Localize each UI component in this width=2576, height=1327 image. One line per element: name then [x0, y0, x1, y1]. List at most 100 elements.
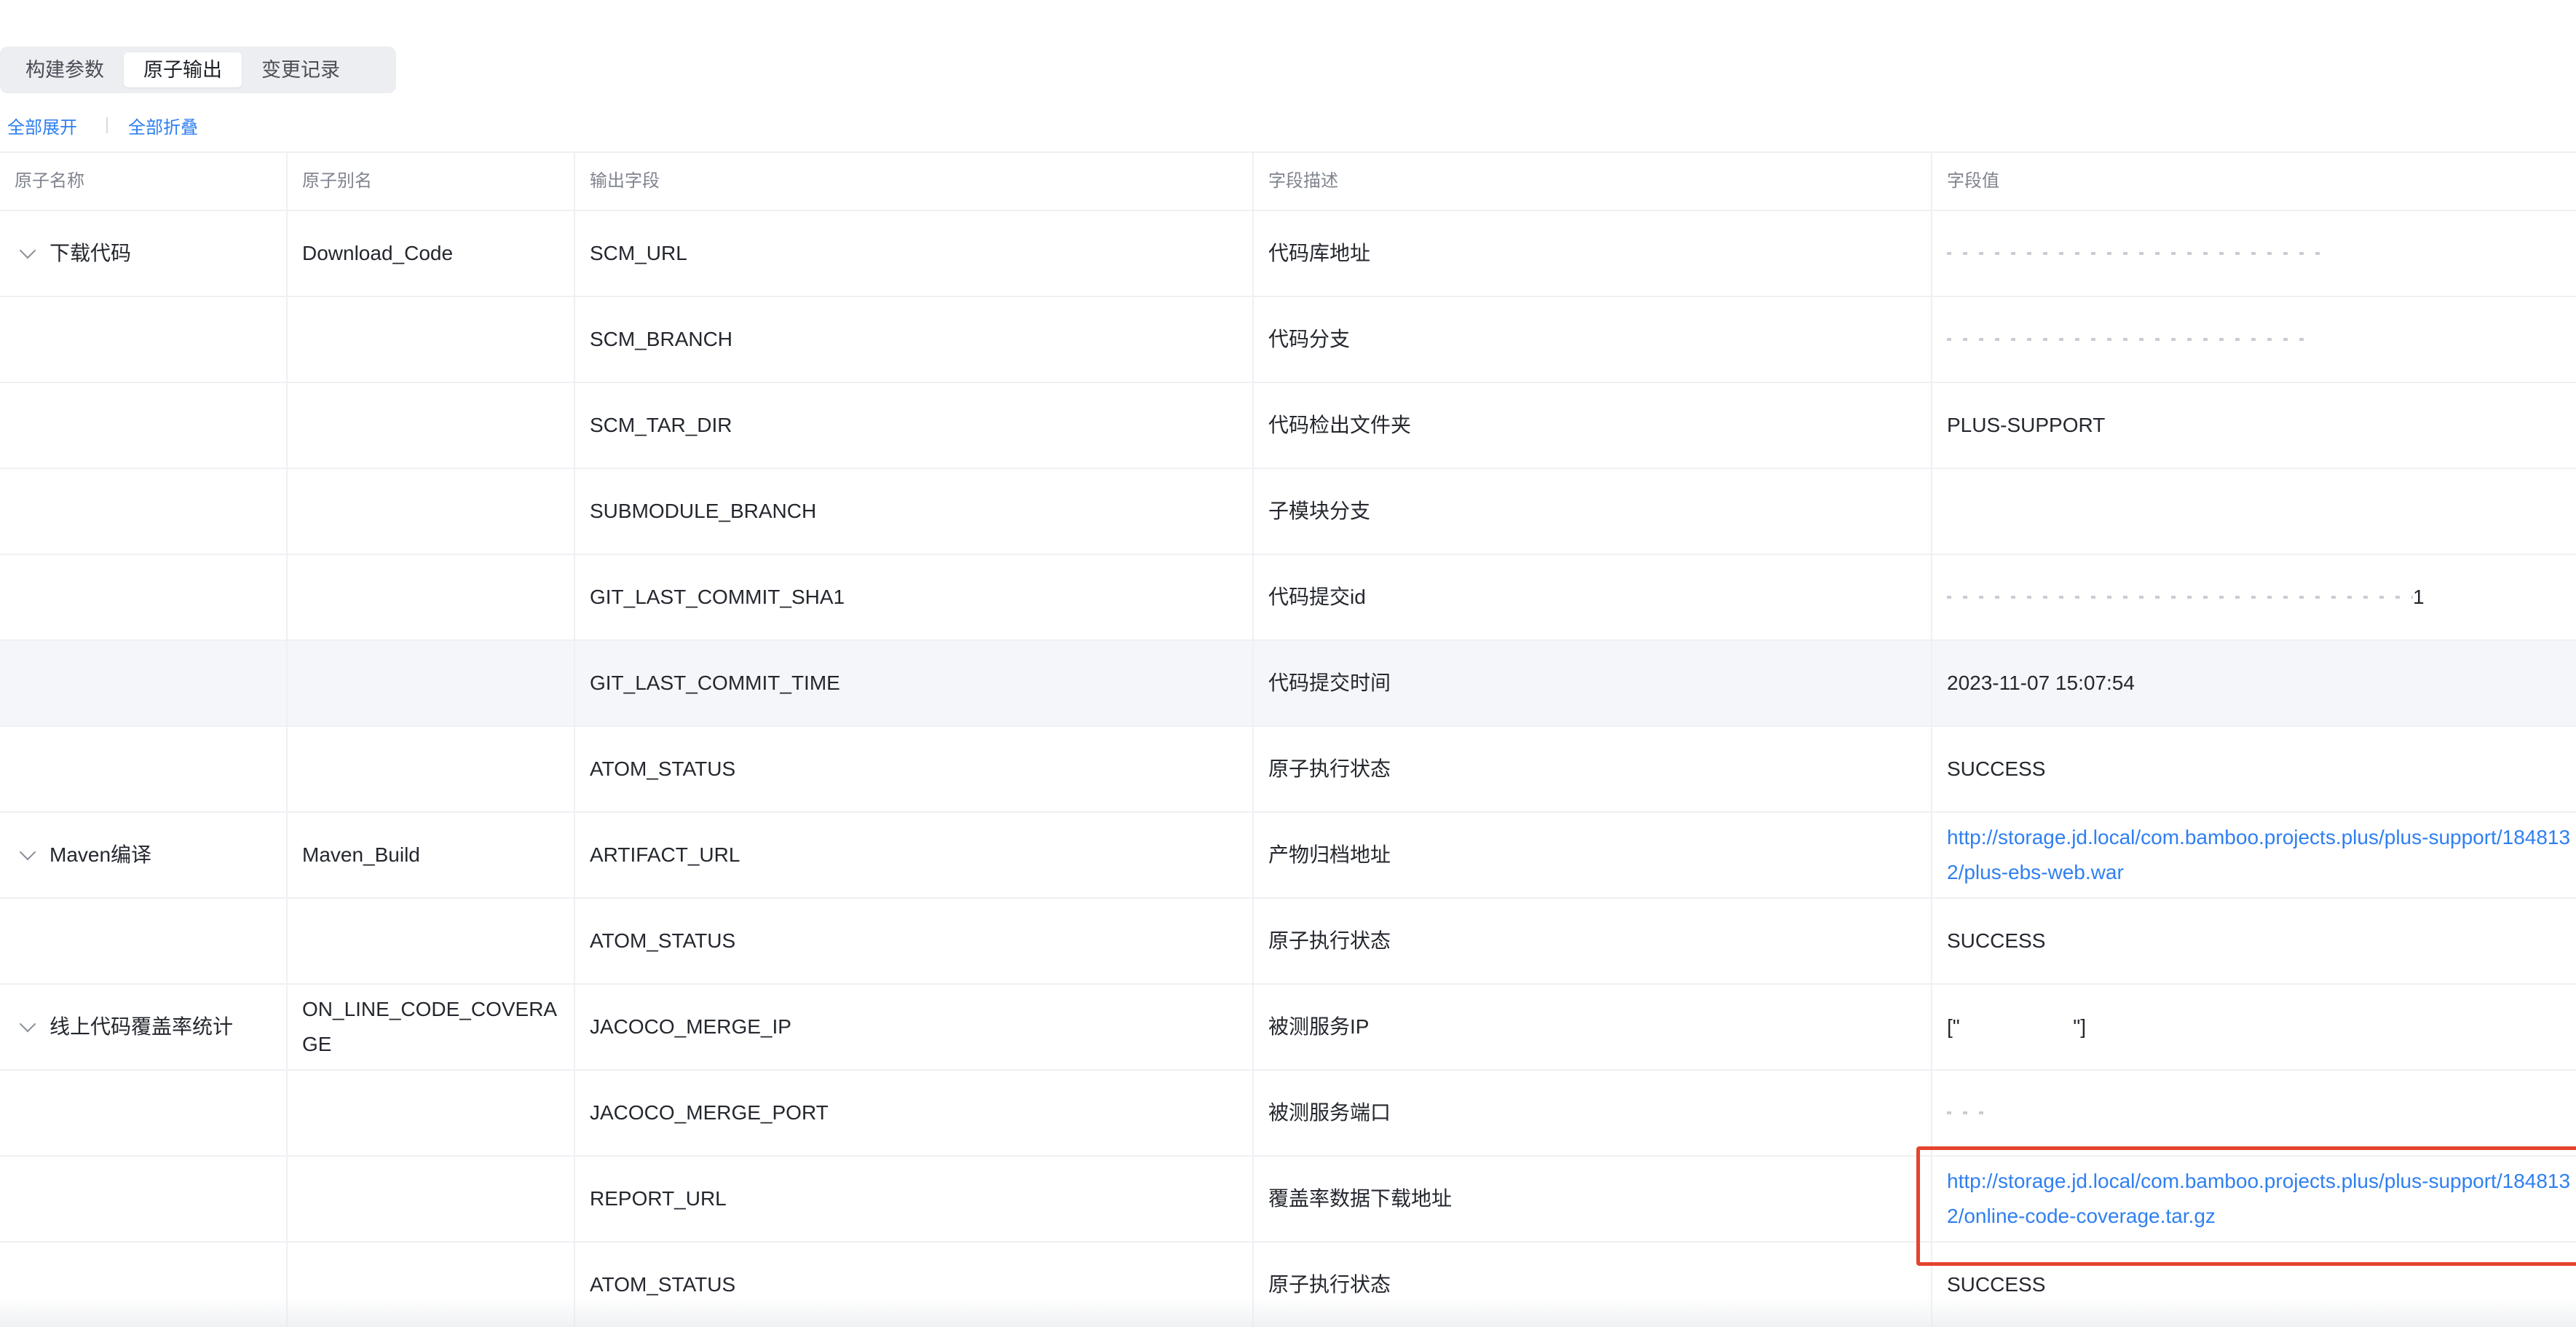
collapse-all-link[interactable]: 全部折叠 [128, 113, 198, 138]
atom-alias-cell [288, 641, 575, 725]
atom-name-cell [0, 1071, 288, 1155]
tab-build-params[interactable]: 构建参数 [6, 52, 124, 87]
table-row: REPORT_URL 覆盖率数据下载地址 http://storage.jd.loc… [0, 1157, 2576, 1243]
field-desc-cell: 代码库地址 [1254, 211, 1932, 296]
atom-name-cell: Maven编译 [0, 813, 288, 897]
atom-name-cell [0, 555, 288, 639]
field-value-cell: PLUS-SUPPORT [1932, 383, 2576, 468]
atom-alias-text: Download_Code [302, 242, 454, 264]
field-value-cell: [" "] [1932, 985, 2576, 1069]
table-row: SCM_TAR_DIR 代码检出文件夹 PLUS-SUPPORT [0, 383, 2576, 469]
atom-alias-cell [288, 383, 575, 468]
field-desc-cell: 子模块分支 [1254, 469, 1932, 554]
field-desc-cell: 原子执行状态 [1254, 727, 1932, 811]
atom-name-text: Maven编译 [50, 843, 152, 866]
tab-bar: 构建参数 原子输出 变更记录 [0, 47, 396, 93]
table-row: SUBMODULE_BRANCH 子模块分支 [0, 469, 2576, 555]
atom-group-toggle[interactable]: 线上代码覆盖率统计 [15, 1009, 233, 1044]
output-field-cell: GIT_LAST_COMMIT_TIME [575, 641, 1254, 725]
value-text: 1 [2413, 586, 2425, 608]
field-value-cell: SUCCESS [1932, 899, 2576, 983]
atom-alias-cell [288, 555, 575, 639]
field-desc-cell: 覆盖率数据下载地址 [1254, 1157, 1932, 1241]
atom-name-cell [0, 727, 288, 811]
atom-alias-text: Maven_Build [302, 843, 420, 866]
header-field-value: 字段值 [1947, 171, 1999, 191]
header-field-desc: 字段描述 [1254, 153, 1932, 210]
table-row: 下载代码 Download_Code SCM_URL 代码库地址 [0, 211, 2576, 297]
output-field-cell: ARTIFACT_URL [575, 813, 1254, 897]
atom-name-text: 下载代码 [50, 242, 132, 264]
atom-alias-cell [288, 469, 575, 554]
header-atom-name: 原子名称 [0, 153, 288, 210]
output-field-cell: SCM_BRANCH [575, 297, 1254, 382]
chevron-down-icon[interactable] [19, 843, 36, 861]
atom-alias-cell [288, 1157, 575, 1241]
field-desc-cell: 原子执行状态 [1254, 899, 1932, 983]
field-desc-cell: 代码分支 [1254, 297, 1932, 382]
value-link[interactable]: http://storage.jd.local/com.bamboo.proje… [1947, 1164, 2576, 1234]
atom-name-cell [0, 641, 288, 725]
expand-collapse-actions: 全部展开 全部折叠 [7, 112, 198, 138]
value-text: SUCCESS [1947, 1273, 2046, 1296]
table-row: GIT_LAST_COMMIT_TIME 代码提交时间 2023-11-07 15:… [0, 641, 2576, 727]
field-value-cell: SUCCESS [1932, 1243, 2576, 1327]
field-desc-cell: 代码提交id [1254, 555, 1932, 639]
atom-alias-cell: ON_LINE_CODE_COVERAGE [288, 985, 575, 1069]
output-field-cell: ATOM_STATUS [575, 727, 1254, 811]
field-value-cell [1932, 469, 2576, 554]
atom-alias-text: ON_LINE_CODE_COVERAGE [302, 998, 558, 1055]
field-value-cell: http://storage.jd.local/com.bamboo.proje… [1932, 1157, 2576, 1241]
chevron-down-icon[interactable] [19, 1015, 36, 1033]
masked-value [1947, 338, 2311, 341]
field-desc-cell: 产物归档地址 [1254, 813, 1932, 897]
table-body: 下载代码 Download_Code SCM_URL 代码库地址 SCM_BRANCH 代… [0, 211, 2576, 1327]
value-text: SUCCESS [1947, 757, 2046, 780]
atom-alias-cell [288, 727, 575, 811]
table-row: ATOM_STATUS 原子执行状态 SUCCESS [0, 727, 2576, 813]
table-row: Maven编译 Maven_Build ARTIFACT_URL 产物归档地址 http… [0, 813, 2576, 899]
field-desc-cell: 代码检出文件夹 [1254, 383, 1932, 468]
table-row: GIT_LAST_COMMIT_SHA1 代码提交id 1 [0, 555, 2576, 641]
table-row: ATOM_STATUS 原子执行状态 SUCCESS [0, 1243, 2576, 1327]
expand-all-link[interactable]: 全部展开 [7, 113, 77, 138]
tab-change-log[interactable]: 变更记录 [242, 52, 360, 87]
output-field-cell: JACOCO_MERGE_PORT [575, 1071, 1254, 1155]
atom-alias-cell [288, 899, 575, 983]
field-desc-cell: 代码提交时间 [1254, 641, 1932, 725]
masked-value [1947, 596, 2413, 599]
atom-name-cell: 线上代码覆盖率统计 [0, 985, 288, 1069]
tab-atom-output[interactable]: 原子输出 [124, 52, 242, 87]
field-value-cell: SUCCESS [1932, 727, 2576, 811]
table-row: SCM_BRANCH 代码分支 [0, 297, 2576, 383]
field-desc-cell: 原子执行状态 [1254, 1243, 1932, 1327]
field-value-cell: http://storage.jd.local/com.bamboo.proje… [1932, 813, 2576, 897]
output-field-cell: SCM_TAR_DIR [575, 383, 1254, 468]
atom-group-toggle[interactable]: Maven编译 [15, 838, 151, 873]
atom-alias-cell [288, 1071, 575, 1155]
output-field-cell: REPORT_URL [575, 1157, 1254, 1241]
value-text: [" "] [1947, 1015, 2087, 1038]
divider [106, 117, 108, 133]
field-value-cell [1932, 211, 2576, 296]
atom-name-cell: 下载代码 [0, 211, 288, 296]
atom-name-cell [0, 1243, 288, 1327]
atom-name-cell [0, 469, 288, 554]
field-desc-cell: 被测服务IP [1254, 985, 1932, 1069]
atom-alias-cell [288, 297, 575, 382]
value-link[interactable]: http://storage.jd.local/com.bamboo.proje… [1947, 820, 2576, 890]
value-text: 2023-11-07 15:07:54 [1947, 672, 2135, 694]
chevron-down-icon[interactable] [19, 242, 36, 259]
atom-output-table: 原子名称 原子别名 输出字段 字段描述 字段值 下载代码 Download_Cod… [0, 151, 2576, 1327]
field-value-cell [1932, 1071, 2576, 1155]
atom-name-cell [0, 383, 288, 468]
output-field-cell: SUBMODULE_BRANCH [575, 469, 1254, 554]
atom-output-page: 构建参数 原子输出 变更记录 全部展开 全部折叠 原子名称 原子别名 输出字段 … [0, 0, 2576, 1327]
atom-group-toggle[interactable]: 下载代码 [15, 236, 131, 271]
atom-alias-cell [288, 1243, 575, 1327]
table-row: ATOM_STATUS 原子执行状态 SUCCESS [0, 899, 2576, 985]
field-value-cell: 2023-11-07 15:07:54 [1932, 641, 2576, 725]
table-header: 原子名称 原子别名 输出字段 字段描述 字段值 [0, 153, 2576, 211]
masked-value [1947, 1111, 1991, 1114]
output-field-cell: SCM_URL [575, 211, 1254, 296]
